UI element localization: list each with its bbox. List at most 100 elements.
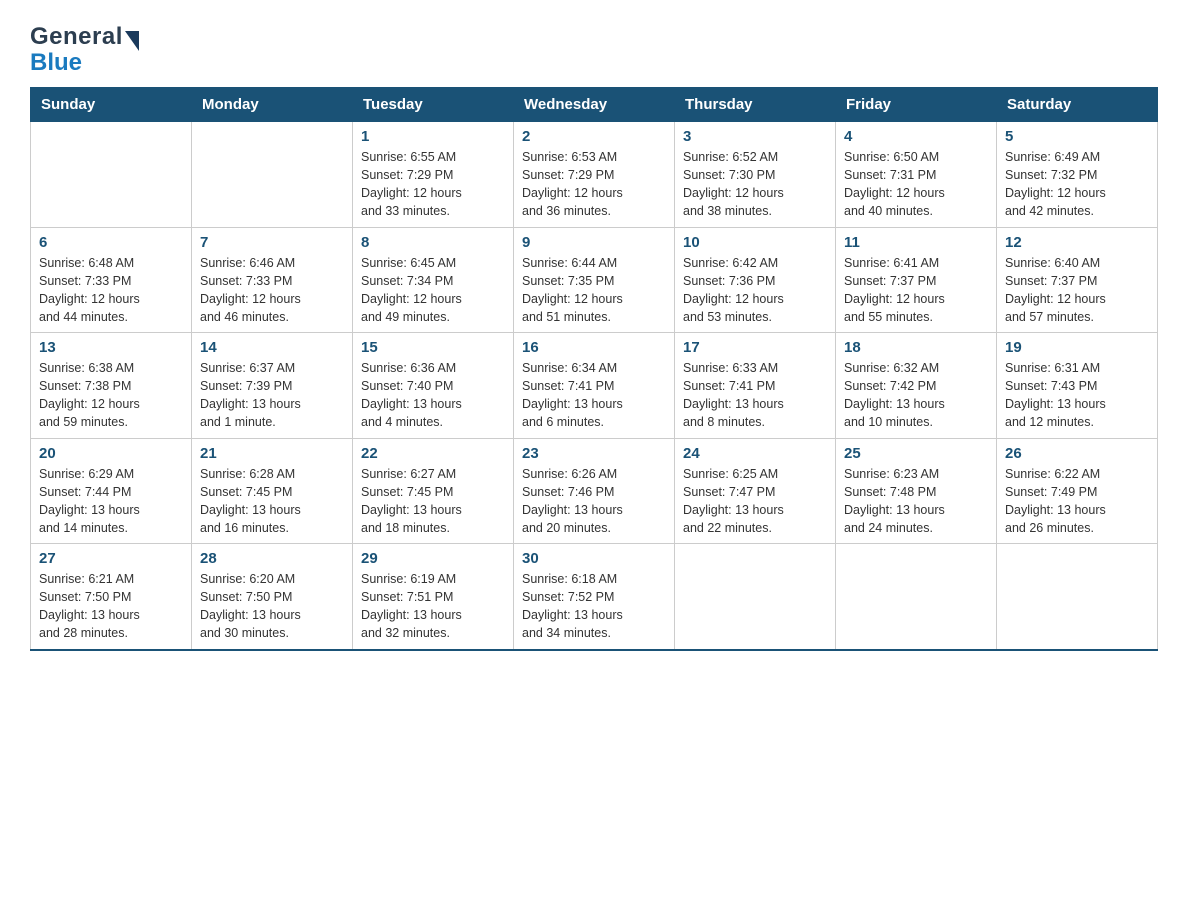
day-number: 23 xyxy=(522,445,666,462)
table-row: 14 Sunrise: 6:37 AM Sunset: 7:39 PM Dayli… xyxy=(192,333,353,439)
day-info: Sunrise: 6:25 AM Sunset: 7:47 PM Dayligh… xyxy=(683,465,827,538)
day-info: Sunrise: 6:18 AM Sunset: 7:52 PM Dayligh… xyxy=(522,570,666,643)
table-row: 11 Sunrise: 6:41 AM Sunset: 7:37 PM Dayli… xyxy=(836,227,997,333)
week-row-2: 6 Sunrise: 6:48 AM Sunset: 7:33 PM Daylig… xyxy=(31,227,1158,333)
day-number: 7 xyxy=(200,234,344,251)
logo-combined: General xyxy=(30,25,139,49)
day-number: 14 xyxy=(200,339,344,356)
table-row: 13 Sunrise: 6:38 AM Sunset: 7:38 PM Dayli… xyxy=(31,333,192,439)
day-info: Sunrise: 6:40 AM Sunset: 7:37 PM Dayligh… xyxy=(1005,254,1149,327)
calendar-header: SundayMondayTuesdayWednesdayThursdayFrid… xyxy=(31,88,1158,122)
day-number: 1 xyxy=(361,128,505,145)
table-row: 26 Sunrise: 6:22 AM Sunset: 7:49 PM Dayli… xyxy=(997,438,1158,544)
table-row: 5Sunrise: 6:49 AM Sunset: 7:32 PM Daylig… xyxy=(997,122,1158,228)
day-number: 20 xyxy=(39,445,183,462)
weekday-header-wednesday: Wednesday xyxy=(514,88,675,122)
table-row xyxy=(31,122,192,228)
day-info: Sunrise: 6:46 AM Sunset: 7:33 PM Dayligh… xyxy=(200,254,344,327)
day-number: 29 xyxy=(361,550,505,567)
day-info: Sunrise: 6:36 AM Sunset: 7:40 PM Dayligh… xyxy=(361,359,505,432)
day-info: Sunrise: 6:20 AM Sunset: 7:50 PM Dayligh… xyxy=(200,570,344,643)
day-info: Sunrise: 6:44 AM Sunset: 7:35 PM Dayligh… xyxy=(522,254,666,327)
table-row: 2 Sunrise: 6:53 AM Sunset: 7:29 PM Daylig… xyxy=(514,122,675,228)
day-number: 17 xyxy=(683,339,827,356)
day-number: 25 xyxy=(844,445,988,462)
table-row: 12 Sunrise: 6:40 AM Sunset: 7:37 PM Dayli… xyxy=(997,227,1158,333)
day-info: Sunrise: 6:55 AM Sunset: 7:29 PM Dayligh… xyxy=(361,148,505,221)
calendar-table: SundayMondayTuesdayWednesdayThursdayFrid… xyxy=(30,87,1158,651)
table-row xyxy=(192,122,353,228)
day-number: 12 xyxy=(1005,234,1149,251)
table-row: 20 Sunrise: 6:29 AM Sunset: 7:44 PM Dayli… xyxy=(31,438,192,544)
day-info: Sunrise: 6:32 AM Sunset: 7:42 PM Dayligh… xyxy=(844,359,988,432)
page-header: General Blue xyxy=(30,20,1158,77)
week-row-3: 13 Sunrise: 6:38 AM Sunset: 7:38 PM Dayli… xyxy=(31,333,1158,439)
logo: General Blue xyxy=(30,20,139,77)
day-number: 18 xyxy=(844,339,988,356)
day-info: Sunrise: 6:27 AM Sunset: 7:45 PM Dayligh… xyxy=(361,465,505,538)
day-number: 9 xyxy=(522,234,666,251)
weekday-header-monday: Monday xyxy=(192,88,353,122)
day-number: 28 xyxy=(200,550,344,567)
day-number: 26 xyxy=(1005,445,1149,462)
weekday-header-row: SundayMondayTuesdayWednesdayThursdayFrid… xyxy=(31,88,1158,122)
day-info: Sunrise: 6:53 AM Sunset: 7:29 PM Dayligh… xyxy=(522,148,666,221)
day-info: Sunrise: 6:49 AM Sunset: 7:32 PM Dayligh… xyxy=(1005,148,1149,221)
day-number: 30 xyxy=(522,550,666,567)
table-row: 1 Sunrise: 6:55 AM Sunset: 7:29 PM Daylig… xyxy=(353,122,514,228)
day-number: 10 xyxy=(683,234,827,251)
day-info: Sunrise: 6:34 AM Sunset: 7:41 PM Dayligh… xyxy=(522,359,666,432)
day-info: Sunrise: 6:42 AM Sunset: 7:36 PM Dayligh… xyxy=(683,254,827,327)
logo-blue-word: Blue xyxy=(30,49,82,76)
day-number: 2 xyxy=(522,128,666,145)
day-number: 6 xyxy=(39,234,183,251)
day-info: Sunrise: 6:33 AM Sunset: 7:41 PM Dayligh… xyxy=(683,359,827,432)
day-number: 27 xyxy=(39,550,183,567)
day-number: 13 xyxy=(39,339,183,356)
table-row: 17 Sunrise: 6:33 AM Sunset: 7:41 PM Dayli… xyxy=(675,333,836,439)
day-info: Sunrise: 6:23 AM Sunset: 7:48 PM Dayligh… xyxy=(844,465,988,538)
table-row: 24Sunrise: 6:25 AM Sunset: 7:47 PM Dayli… xyxy=(675,438,836,544)
day-info: Sunrise: 6:41 AM Sunset: 7:37 PM Dayligh… xyxy=(844,254,988,327)
table-row: 3 Sunrise: 6:52 AM Sunset: 7:30 PM Daylig… xyxy=(675,122,836,228)
table-row: 7 Sunrise: 6:46 AM Sunset: 7:33 PM Daylig… xyxy=(192,227,353,333)
day-info: Sunrise: 6:48 AM Sunset: 7:33 PM Dayligh… xyxy=(39,254,183,327)
day-info: Sunrise: 6:50 AM Sunset: 7:31 PM Dayligh… xyxy=(844,148,988,221)
day-info: Sunrise: 6:31 AM Sunset: 7:43 PM Dayligh… xyxy=(1005,359,1149,432)
day-number: 15 xyxy=(361,339,505,356)
day-number: 21 xyxy=(200,445,344,462)
week-row-1: 1 Sunrise: 6:55 AM Sunset: 7:29 PM Daylig… xyxy=(31,122,1158,228)
table-row: 27Sunrise: 6:21 AM Sunset: 7:50 PM Dayli… xyxy=(31,544,192,650)
day-info: Sunrise: 6:38 AM Sunset: 7:38 PM Dayligh… xyxy=(39,359,183,432)
week-row-5: 27Sunrise: 6:21 AM Sunset: 7:50 PM Dayli… xyxy=(31,544,1158,650)
week-row-4: 20 Sunrise: 6:29 AM Sunset: 7:44 PM Dayli… xyxy=(31,438,1158,544)
logo-general-word: General xyxy=(30,25,123,49)
day-info: Sunrise: 6:26 AM Sunset: 7:46 PM Dayligh… xyxy=(522,465,666,538)
day-number: 16 xyxy=(522,339,666,356)
day-info: Sunrise: 6:52 AM Sunset: 7:30 PM Dayligh… xyxy=(683,148,827,221)
table-row: 29Sunrise: 6:19 AM Sunset: 7:51 PM Dayli… xyxy=(353,544,514,650)
weekday-header-saturday: Saturday xyxy=(997,88,1158,122)
day-number: 4 xyxy=(844,128,988,145)
calendar-body: 1 Sunrise: 6:55 AM Sunset: 7:29 PM Daylig… xyxy=(31,122,1158,650)
day-info: Sunrise: 6:22 AM Sunset: 7:49 PM Dayligh… xyxy=(1005,465,1149,538)
day-info: Sunrise: 6:37 AM Sunset: 7:39 PM Dayligh… xyxy=(200,359,344,432)
table-row: 15 Sunrise: 6:36 AM Sunset: 7:40 PM Dayli… xyxy=(353,333,514,439)
table-row: 25 Sunrise: 6:23 AM Sunset: 7:48 PM Dayli… xyxy=(836,438,997,544)
day-number: 3 xyxy=(683,128,827,145)
day-number: 11 xyxy=(844,234,988,251)
table-row: 21 Sunrise: 6:28 AM Sunset: 7:45 PM Dayli… xyxy=(192,438,353,544)
table-row xyxy=(997,544,1158,650)
day-number: 19 xyxy=(1005,339,1149,356)
weekday-header-thursday: Thursday xyxy=(675,88,836,122)
table-row: 16 Sunrise: 6:34 AM Sunset: 7:41 PM Dayli… xyxy=(514,333,675,439)
table-row: 4 Sunrise: 6:50 AM Sunset: 7:31 PM Daylig… xyxy=(836,122,997,228)
day-info: Sunrise: 6:29 AM Sunset: 7:44 PM Dayligh… xyxy=(39,465,183,538)
table-row: 28 Sunrise: 6:20 AM Sunset: 7:50 PM Dayli… xyxy=(192,544,353,650)
day-number: 22 xyxy=(361,445,505,462)
table-row: 30 Sunrise: 6:18 AM Sunset: 7:52 PM Dayli… xyxy=(514,544,675,650)
logo-triangle-icon xyxy=(125,31,139,51)
day-info: Sunrise: 6:28 AM Sunset: 7:45 PM Dayligh… xyxy=(200,465,344,538)
weekday-header-friday: Friday xyxy=(836,88,997,122)
weekday-header-sunday: Sunday xyxy=(31,88,192,122)
